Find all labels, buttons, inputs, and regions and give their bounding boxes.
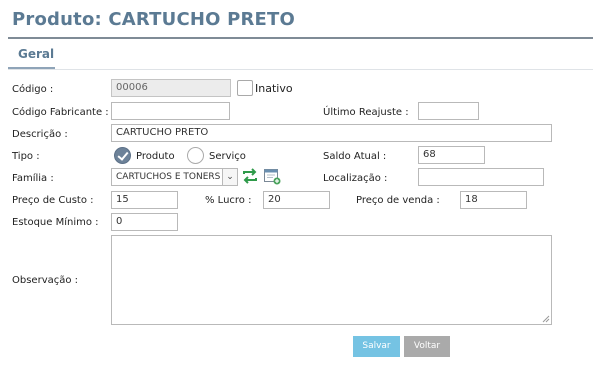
descricao-label: Descrição : [12, 129, 68, 140]
codigo-field: 00006 [111, 79, 231, 97]
tipo-produto-radio[interactable] [114, 147, 131, 164]
preco-venda-label: Preço de venda : [356, 195, 440, 206]
ultimo-reajuste-label: Último Reajuste : [323, 107, 409, 118]
inativo-label: Inativo [255, 82, 293, 95]
observacao-label: Observação : [12, 275, 79, 286]
page-title: Produto: CARTUCHO PRETO [12, 9, 296, 30]
estoque-minimo-field[interactable]: 0 [111, 213, 178, 231]
header-divider [8, 37, 593, 39]
add-record-icon[interactable] [263, 167, 281, 185]
tipo-servico-radio[interactable] [187, 147, 204, 164]
tipo-servico-label: Serviço [209, 151, 246, 162]
preco-custo-label: Preço de Custo : [12, 195, 94, 206]
lucro-field[interactable]: 20 [263, 191, 330, 209]
descricao-field[interactable]: CARTUCHO PRETO [111, 124, 552, 142]
lucro-label: % Lucro : [205, 195, 252, 206]
refresh-icon[interactable] [241, 167, 259, 185]
tab-bar-divider [8, 69, 593, 70]
familia-label: Família : [12, 173, 54, 184]
save-button[interactable]: Salvar [353, 336, 400, 357]
tipo-produto-label: Produto [136, 151, 175, 162]
ultimo-reajuste-field[interactable] [418, 102, 479, 120]
resize-grip-icon[interactable] [541, 314, 550, 323]
codigo-label: Código : [12, 84, 54, 95]
observacao-textarea[interactable] [111, 235, 552, 325]
back-button[interactable]: Voltar [404, 336, 450, 357]
preco-custo-field[interactable]: 15 [111, 191, 178, 209]
localizacao-field[interactable] [418, 168, 544, 186]
tab-geral[interactable]: Geral [18, 47, 54, 61]
saldo-atual-field[interactable]: 68 [418, 146, 485, 164]
codigo-fabricante-field[interactable] [111, 102, 230, 120]
familia-select[interactable]: CARTUCHOS E TONERS ⌄ [111, 168, 238, 186]
localizacao-label: Localização : [323, 173, 388, 184]
preco-venda-field[interactable]: 18 [460, 191, 527, 209]
codigo-fabricante-label: Código Fabricante : [12, 107, 109, 118]
chevron-down-icon: ⌄ [222, 169, 237, 185]
familia-selected-value: CARTUCHOS E TONERS [116, 172, 221, 182]
estoque-minimo-label: Estoque Mínimo : [12, 217, 99, 228]
tipo-label: Tipo : [12, 151, 40, 162]
inativo-checkbox[interactable] [237, 80, 253, 96]
saldo-atual-label: Saldo Atual : [323, 151, 387, 162]
